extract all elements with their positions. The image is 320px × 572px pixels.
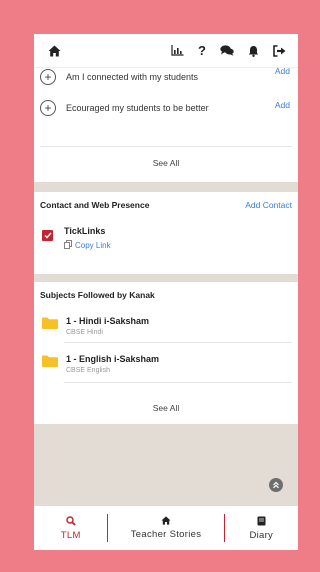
subject-board: CBSE Hindi [66,329,103,336]
list-item: + Ecouraged my students to be better Add [40,95,290,121]
chat-icon[interactable] [220,45,234,56]
bell-icon[interactable] [248,45,259,57]
nav-teacher-stories[interactable]: Teacher Stories [108,506,223,550]
scroll-top-button[interactable] [269,478,283,492]
content-area[interactable]: + Am I connected with my students Add + … [34,68,298,424]
nav-diary-label: Diary [249,529,274,541]
help-icon[interactable]: ? [198,43,206,58]
add-link[interactable]: Add [275,100,290,110]
nav-tlm-label: TLM [60,529,81,541]
home-icon[interactable] [44,45,64,57]
nav-teacher-stories-label: Teacher Stories [130,529,202,540]
copy-icon [64,240,72,251]
nav-diary[interactable]: Diary [225,506,298,550]
list-item: + Am I connected with my students Add [40,68,290,90]
divider [64,342,292,343]
book-icon [257,516,266,525]
contact-section-title: Contact and Web Presence [40,200,150,210]
subject-name[interactable]: 1 - English i-Saksham [66,354,159,364]
add-link[interactable]: Add [275,68,290,76]
logout-icon[interactable] [273,44,286,57]
nav-tlm[interactable]: TLM [34,506,107,550]
copy-link-button[interactable]: Copy Link [64,240,111,251]
chart-icon[interactable] [171,45,184,56]
home-icon [161,516,171,525]
search-icon [65,515,76,526]
chevron-up-icon [273,481,279,489]
phone-screen: ? + Am I connected with my students Add … [34,34,298,550]
see-all-button[interactable]: See All [34,403,298,413]
ticklinks-name: TickLinks [64,226,106,236]
divider [40,146,292,147]
subjects-card: Subjects Followed by Kanak 1 - Hindi i-S… [34,282,298,424]
see-all-button[interactable]: See All [34,158,298,168]
progress-card: + Am I connected with my students Add + … [34,68,298,182]
top-bar: ? [34,34,298,68]
ticklinks-checkbox[interactable] [42,230,53,241]
list-item-label: Ecouraged my students to be better [66,103,209,113]
plus-icon[interactable]: + [40,69,56,85]
subject-name[interactable]: 1 - Hindi i-Saksham [66,316,149,326]
bottom-nav: TLM Teacher Stories Diary [34,505,298,550]
contact-card: Contact and Web Presence Add Contact Tic… [34,192,298,274]
subject-board: CBSE English [66,367,110,374]
header-actions: ? [171,43,288,58]
subjects-section-title: Subjects Followed by Kanak [40,290,155,300]
folder-icon [42,317,58,329]
folder-icon [42,355,58,367]
plus-icon[interactable]: + [40,100,56,116]
list-item-label: Am I connected with my students [66,72,199,82]
divider [64,382,292,383]
copy-link-label: Copy Link [75,241,111,250]
add-contact-link[interactable]: Add Contact [245,200,292,210]
